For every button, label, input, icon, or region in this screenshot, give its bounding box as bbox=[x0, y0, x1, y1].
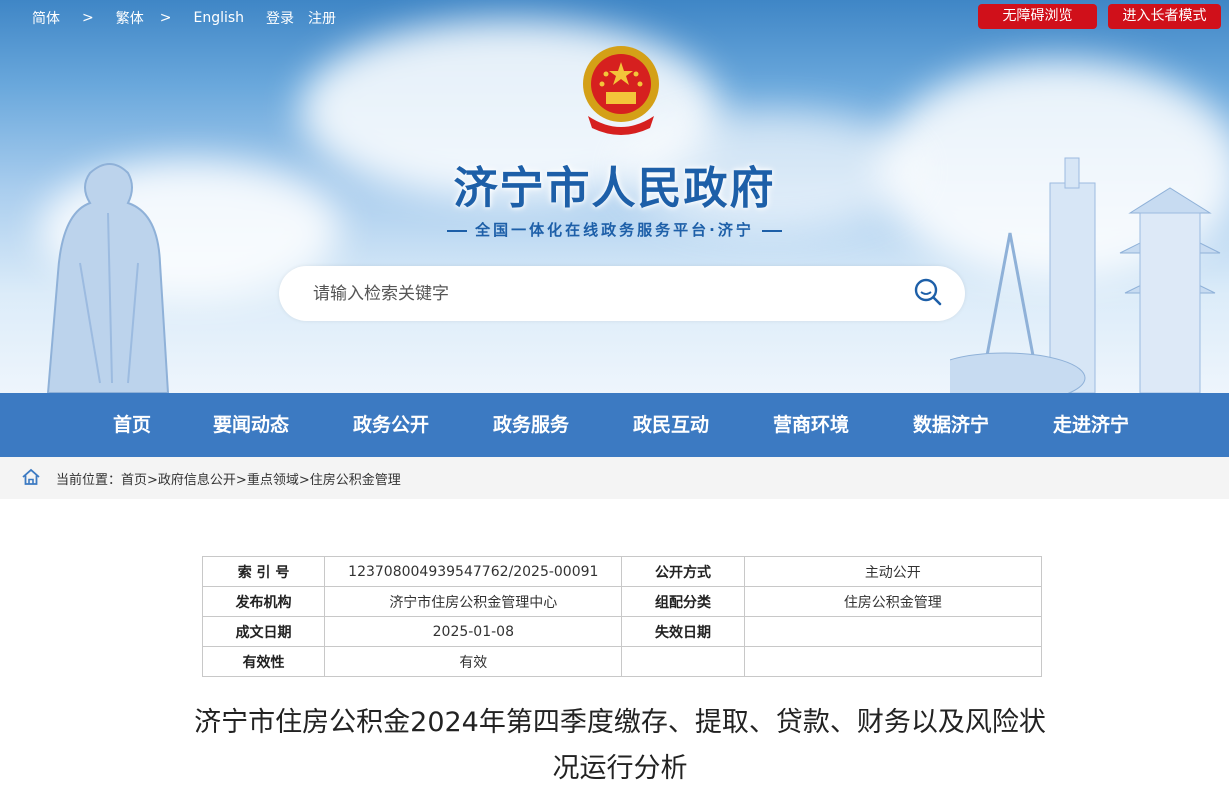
nav-news[interactable]: 要闻动态 bbox=[181, 393, 321, 457]
separator: > bbox=[159, 10, 172, 26]
register-link[interactable]: 注册 bbox=[308, 8, 336, 28]
site-subtitle: 全国一体化在线政务服务平台·济宁 bbox=[0, 219, 1229, 240]
home-icon[interactable] bbox=[21, 467, 41, 487]
elderly-mode-button[interactable]: 进入长者模式 bbox=[1108, 4, 1221, 29]
nav-gov-services[interactable]: 政务服务 bbox=[461, 393, 601, 457]
decor-line bbox=[447, 229, 468, 232]
article-title-line: 况运行分析 bbox=[552, 753, 688, 784]
table-cell: 失效日期 bbox=[621, 616, 745, 647]
accessible-browse-button[interactable]: 无障碍浏览 bbox=[978, 4, 1097, 29]
search-input[interactable] bbox=[313, 266, 873, 321]
nav-gov-affairs-open[interactable]: 政务公开 bbox=[321, 393, 461, 457]
table-cell bbox=[743, 616, 1043, 647]
main-nav: 首页 要闻动态 政务公开 政务服务 政民互动 营商环境 数据济宁 走进济宁 bbox=[0, 393, 1229, 457]
table-cell: 公开方式 bbox=[621, 556, 745, 587]
site-subtitle-text: 全国一体化在线政务服务平台·济宁 bbox=[475, 221, 754, 239]
breadcrumb-item-home[interactable]: 首页> bbox=[121, 469, 158, 488]
table-cell: 有效 bbox=[324, 646, 623, 677]
table-cell bbox=[621, 646, 745, 677]
nav-data-jining[interactable]: 数据济宁 bbox=[881, 393, 1021, 457]
table-cell: 有效性 bbox=[201, 646, 326, 677]
breadcrumb-item-housing-fund[interactable]: 住房公积金管理 bbox=[310, 469, 401, 488]
table-row: 有效性 有效 bbox=[201, 646, 1043, 677]
nav-interaction[interactable]: 政民互动 bbox=[601, 393, 741, 457]
article-title: 济宁市住房公积金2024年第四季度缴存、提取、贷款、财务以及风险状 况运行分析 bbox=[160, 700, 1080, 792]
table-cell: 住房公积金管理 bbox=[743, 586, 1043, 617]
table-cell: 主动公开 bbox=[743, 556, 1043, 587]
document-info-table: 索 引 号 123708004939547762/2025-00091 公开方式… bbox=[201, 556, 1043, 677]
breadcrumb: 当前位置： 首页> 政府信息公开> 重点领域> 住房公积金管理 bbox=[0, 457, 1229, 499]
national-emblem-icon bbox=[583, 46, 659, 135]
table-cell: 索 引 号 bbox=[201, 556, 326, 587]
breadcrumb-item-key-areas[interactable]: 重点领域> bbox=[247, 469, 310, 488]
table-cell: 发布机构 bbox=[201, 586, 326, 617]
breadcrumb-trail: 当前位置： 首页> 政府信息公开> 重点领域> 住房公积金管理 bbox=[56, 469, 401, 488]
search-box bbox=[279, 266, 965, 321]
nav-about-jining[interactable]: 走进济宁 bbox=[1021, 393, 1161, 457]
top-links: 简体 > 繁体 > English 登录 注册 bbox=[32, 8, 336, 28]
table-row: 索 引 号 123708004939547762/2025-00091 公开方式… bbox=[201, 556, 1043, 587]
table-row: 发布机构 济宁市住房公积金管理中心 组配分类 住房公积金管理 bbox=[201, 586, 1043, 617]
table-cell: 成文日期 bbox=[201, 616, 326, 647]
decor-line bbox=[761, 229, 782, 232]
table-cell: 组配分类 bbox=[621, 586, 745, 617]
english-link[interactable]: English bbox=[193, 10, 244, 26]
table-cell: 123708004939547762/2025-00091 bbox=[324, 556, 623, 587]
table-cell: 2025-01-08 bbox=[324, 616, 623, 647]
traditional-chinese-link[interactable]: 繁体 bbox=[116, 8, 144, 28]
top-bar: 简体 > 繁体 > English 登录 注册 无障碍浏览 进入长者模式 bbox=[0, 0, 1229, 34]
table-cell bbox=[743, 646, 1043, 677]
nav-business-env[interactable]: 营商环境 bbox=[741, 393, 881, 457]
login-link[interactable]: 登录 bbox=[266, 8, 294, 28]
table-row: 成文日期 2025-01-08 失效日期 bbox=[201, 616, 1043, 647]
breadcrumb-item-info-open[interactable]: 政府信息公开> bbox=[158, 469, 247, 488]
header-banner: 简体 > 繁体 > English 登录 注册 无障碍浏览 进入长者模式 济宁市… bbox=[0, 0, 1229, 393]
breadcrumb-prefix: 当前位置： bbox=[56, 473, 122, 488]
site-title: 济宁市人民政府 bbox=[453, 163, 776, 214]
simplified-chinese-link[interactable]: 简体 bbox=[32, 8, 60, 28]
article-title-line: 济宁市住房公积金2024年第四季度缴存、提取、贷款、财务以及风险状 bbox=[194, 707, 1046, 738]
search-icon[interactable] bbox=[913, 277, 943, 307]
separator: > bbox=[82, 10, 94, 26]
table-cell: 济宁市住房公积金管理中心 bbox=[324, 586, 623, 617]
